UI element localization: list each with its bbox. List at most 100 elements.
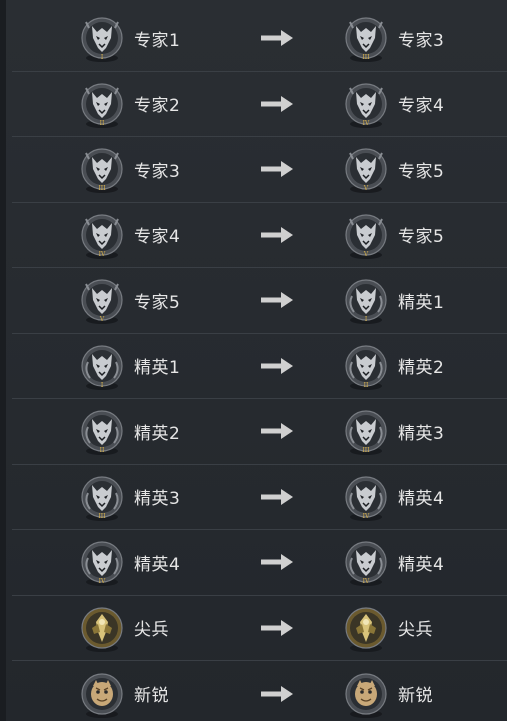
right-arrow-icon xyxy=(259,291,295,309)
svg-text:IV: IV xyxy=(363,513,370,520)
rank-row: II 精英2 III 精英3 xyxy=(12,399,507,465)
right-arrow-icon xyxy=(259,95,295,113)
rank-label: 精英2 xyxy=(134,423,181,444)
svg-text:IV: IV xyxy=(363,120,370,127)
rank-label: 专家4 xyxy=(398,96,445,117)
elite-wolf-badge-icon: II xyxy=(78,405,126,457)
right-arrow-icon xyxy=(259,29,295,47)
rank-label: 精英3 xyxy=(398,423,445,444)
svg-text:II: II xyxy=(364,382,369,389)
expert-wolf-badge-icon: V xyxy=(342,143,390,195)
rookie-tiger-badge-icon xyxy=(78,668,126,720)
right-arrow-icon xyxy=(259,160,295,178)
rookie-tiger-badge-icon xyxy=(342,668,390,720)
current-rank: III 精英3 xyxy=(78,465,180,530)
rank-row: III 专家3 V 专家5 xyxy=(12,137,507,203)
current-rank: III 专家3 xyxy=(78,137,180,202)
elite-wolf-badge-icon: III xyxy=(78,471,126,523)
rank-label: 精英4 xyxy=(398,554,445,575)
rank-label: 精英2 xyxy=(398,358,445,379)
svg-text:V: V xyxy=(363,251,369,258)
expert-wolf-badge-icon: V xyxy=(78,274,126,326)
svg-text:IV: IV xyxy=(99,578,106,585)
target-rank: 尖兵 xyxy=(342,596,433,661)
rank-row: III 精英3 IV 精英4 xyxy=(12,465,507,530)
rank-label: 精英1 xyxy=(398,292,445,313)
rank-label: 专家3 xyxy=(134,161,181,182)
current-rank: I 精英1 xyxy=(78,334,180,399)
svg-text:II: II xyxy=(100,120,105,127)
vanguard-eagle-badge-icon xyxy=(78,602,126,654)
right-arrow-icon xyxy=(259,619,295,637)
elite-wolf-badge-icon: III xyxy=(342,405,390,457)
rank-label: 专家5 xyxy=(134,292,181,313)
expert-wolf-badge-icon: III xyxy=(342,12,390,64)
expert-wolf-badge-icon: III xyxy=(78,143,126,195)
target-rank: 新锐 xyxy=(342,661,433,721)
right-arrow-icon xyxy=(259,226,295,244)
rank-row: V 专家5 I 精英1 xyxy=(12,268,507,334)
current-rank: V 专家5 xyxy=(78,268,180,333)
svg-text:IV: IV xyxy=(99,251,106,258)
target-rank: IV 专家4 xyxy=(342,72,444,137)
right-arrow-icon xyxy=(259,422,295,440)
rank-row: 新锐 新锐 xyxy=(12,661,507,721)
rank-label: 尖兵 xyxy=(134,620,169,641)
rank-label: 专家5 xyxy=(398,161,445,182)
target-rank: V 专家5 xyxy=(342,203,444,268)
svg-text:V: V xyxy=(99,316,105,323)
current-rank: I 专家1 xyxy=(78,6,180,71)
target-rank: III 专家3 xyxy=(342,6,444,71)
rank-row: 尖兵 尖兵 xyxy=(12,596,507,661)
target-rank: V 专家5 xyxy=(342,137,444,202)
rank-row: II 专家2 IV 专家4 xyxy=(12,72,507,137)
elite-wolf-badge-icon: IV xyxy=(78,536,126,588)
target-rank: I 精英1 xyxy=(342,268,444,333)
svg-text:III: III xyxy=(362,447,370,454)
rank-label: 专家5 xyxy=(398,227,445,248)
rank-label: 精英4 xyxy=(134,554,181,575)
current-rank: IV 精英4 xyxy=(78,530,180,595)
elite-wolf-badge-icon: II xyxy=(342,340,390,392)
expert-wolf-badge-icon: V xyxy=(342,209,390,261)
current-rank: II 专家2 xyxy=(78,72,180,137)
rank-row: I 专家1 III 专家3 xyxy=(12,6,507,72)
expert-wolf-badge-icon: II xyxy=(78,78,126,130)
svg-text:III: III xyxy=(98,513,106,520)
svg-text:V: V xyxy=(363,185,369,192)
elite-wolf-badge-icon: IV xyxy=(342,536,390,588)
svg-text:II: II xyxy=(100,447,105,454)
rank-row: I 精英1 II 精英2 xyxy=(12,334,507,399)
rank-label: 精英3 xyxy=(134,489,181,510)
target-rank: II 精英2 xyxy=(342,334,444,399)
rank-label: 专家1 xyxy=(134,30,181,51)
vanguard-eagle-badge-icon xyxy=(342,602,390,654)
rank-label: 新锐 xyxy=(398,686,433,707)
right-arrow-icon xyxy=(259,685,295,703)
elite-wolf-badge-icon: I xyxy=(342,274,390,326)
expert-wolf-badge-icon: IV xyxy=(78,209,126,261)
rank-label: 尖兵 xyxy=(398,620,433,641)
current-rank: IV 专家4 xyxy=(78,203,180,268)
svg-text:III: III xyxy=(362,54,370,61)
rank-label: 专家2 xyxy=(134,96,181,117)
expert-wolf-badge-icon: I xyxy=(78,12,126,64)
svg-text:III: III xyxy=(98,185,106,192)
current-rank: 新锐 xyxy=(78,661,169,721)
rank-row: IV 专家4 V 专家5 xyxy=(12,203,507,268)
current-rank: II 精英2 xyxy=(78,399,180,464)
elite-wolf-badge-icon: IV xyxy=(342,471,390,523)
right-arrow-icon xyxy=(259,357,295,375)
elite-wolf-badge-icon: I xyxy=(78,340,126,392)
rank-label: 新锐 xyxy=(134,686,169,707)
right-arrow-icon xyxy=(259,488,295,506)
rank-progression-panel: I 专家1 III 专家3 II 专家2 IV 专家4 III 专家3 V 专家… xyxy=(0,0,507,721)
right-arrow-icon xyxy=(259,553,295,571)
rank-label: 精英1 xyxy=(134,358,181,379)
rank-progression-list: I 专家1 III 专家3 II 专家2 IV 专家4 III 专家3 V 专家… xyxy=(12,6,507,721)
target-rank: IV 精英4 xyxy=(342,530,444,595)
rank-label: 专家4 xyxy=(134,227,181,248)
svg-text:IV: IV xyxy=(363,578,370,585)
rank-label: 精英4 xyxy=(398,489,445,510)
target-rank: IV 精英4 xyxy=(342,465,444,530)
